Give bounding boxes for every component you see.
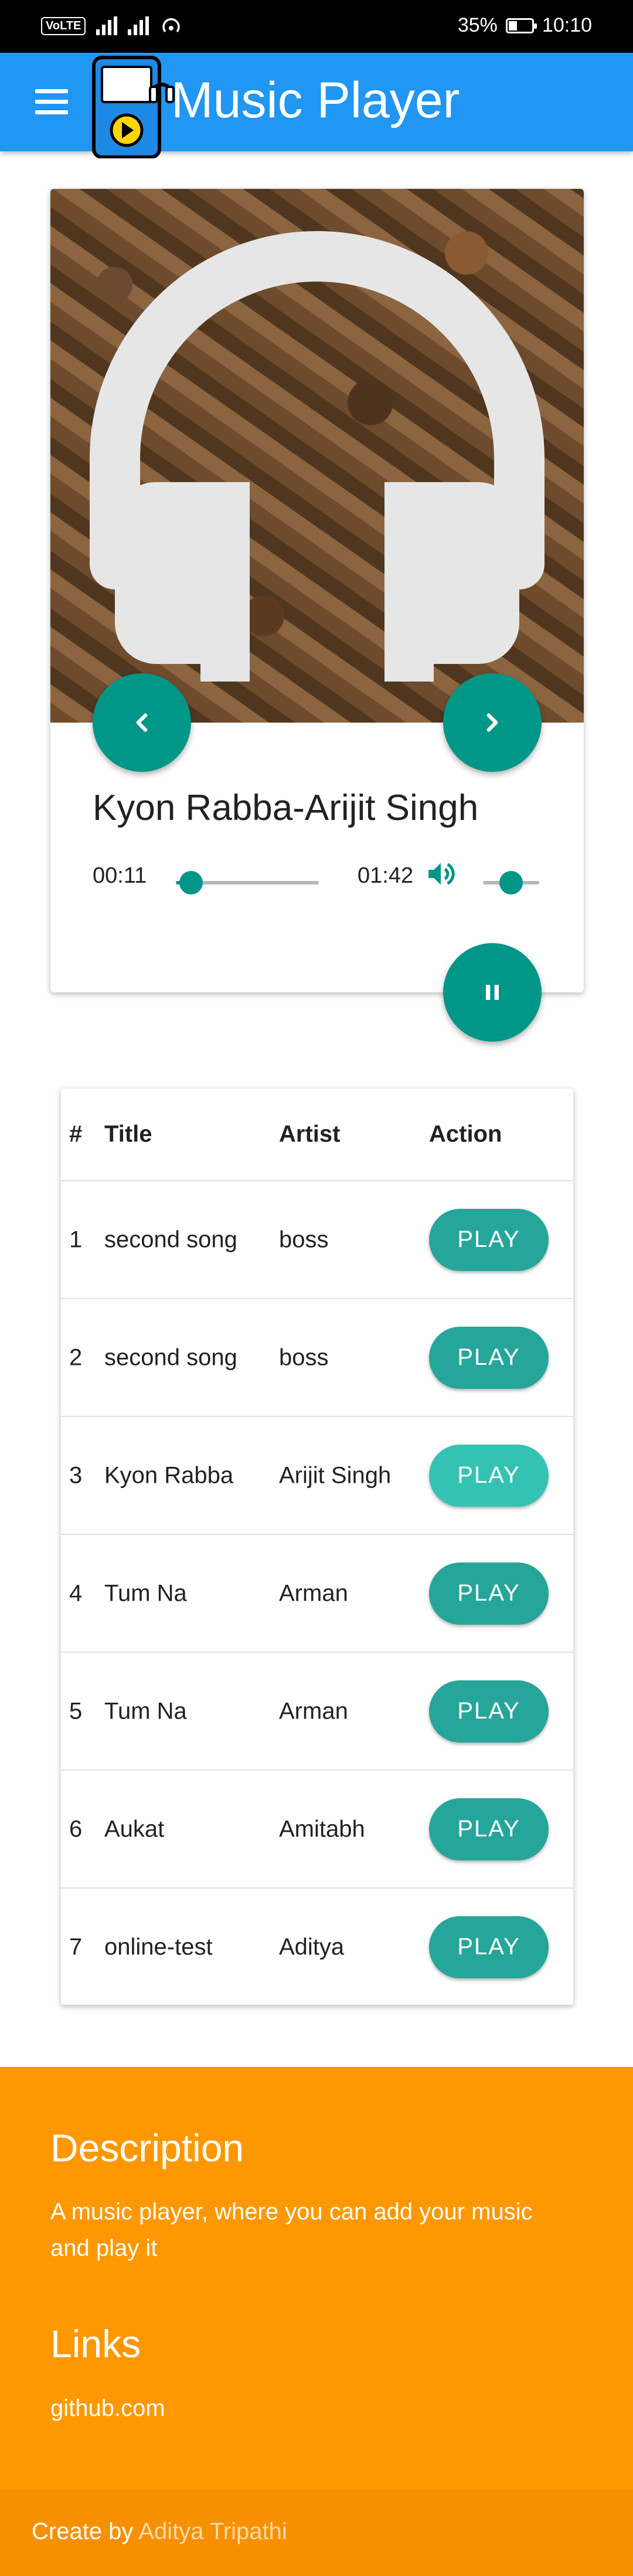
- row-title: second song: [104, 1226, 237, 1252]
- row-title: Tum Na: [104, 1580, 187, 1606]
- previous-button[interactable]: [93, 673, 191, 772]
- table-row: 2 second song boss PLAY: [61, 1298, 573, 1416]
- chevron-left-icon: [136, 713, 148, 732]
- chevron-right-icon: [486, 713, 498, 732]
- table-row: 7 online-test Aditya PLAY: [61, 1887, 573, 2005]
- github-link[interactable]: github.com: [50, 2395, 165, 2422]
- volume-up-icon[interactable]: [423, 857, 458, 890]
- row-artist: Aditya: [279, 1934, 345, 1960]
- music-player-logo-icon: [92, 56, 175, 158]
- play-button[interactable]: PLAY: [429, 1208, 549, 1271]
- play-button[interactable]: PLAY: [429, 1798, 549, 1860]
- progress-slider[interactable]: [176, 871, 319, 894]
- row-num: 6: [69, 1816, 83, 1842]
- clock: 10:10: [542, 14, 592, 36]
- total-time: 01:42: [358, 863, 414, 888]
- links-heading: Links: [50, 2322, 141, 2365]
- table-row: 5 Tum Na Arman PLAY: [61, 1652, 573, 1770]
- row-num: 1: [69, 1226, 83, 1252]
- footer: Description A music player, where you ca…: [0, 2067, 633, 2489]
- next-button[interactable]: [443, 673, 542, 772]
- row-artist: Arman: [279, 1580, 348, 1606]
- table-row: 3 Kyon Rabba Arijit Singh PLAY: [61, 1416, 573, 1534]
- hotspot-icon: [162, 18, 181, 33]
- copyright-text: Create by Aditya Tripathi: [32, 2519, 287, 2545]
- battery-icon: [505, 18, 537, 33]
- row-artist: Arijit Singh: [279, 1462, 392, 1488]
- row-num: 3: [69, 1462, 83, 1488]
- table-row: 1 second song boss PLAY: [61, 1180, 573, 1298]
- volte-badge: VoLTE: [41, 16, 86, 35]
- row-artist: Arman: [279, 1698, 348, 1724]
- row-artist: Amitabh: [279, 1816, 365, 1842]
- current-time: 00:11: [93, 863, 147, 888]
- app-bar: Music Player: [0, 53, 633, 158]
- signal-icon: [96, 16, 118, 35]
- table-row: 6 Aukat Amitabh PLAY: [61, 1770, 573, 1887]
- row-title: Aukat: [104, 1816, 165, 1842]
- playlist-table: # Title Artist Action 1 second song boss…: [61, 1089, 573, 2005]
- row-artist: boss: [279, 1226, 329, 1252]
- progress-thumb[interactable]: [179, 871, 203, 894]
- status-left-indicators: VoLTE: [41, 15, 183, 36]
- row-num: 7: [69, 1934, 83, 1960]
- play-button[interactable]: PLAY: [429, 1562, 549, 1625]
- description-heading: Description: [50, 2126, 244, 2170]
- table-header: # Title Artist Action: [61, 1089, 573, 1180]
- row-title: second song: [104, 1344, 237, 1370]
- play-button[interactable]: PLAY: [429, 1326, 549, 1389]
- copyright-prefix: Create by: [32, 2519, 139, 2544]
- pause-button[interactable]: [443, 943, 542, 1042]
- now-playing-title: Kyon Rabba-Arijit Singh: [93, 788, 479, 828]
- status-bar: VoLTE 35% 10:10: [0, 0, 633, 53]
- description-text: A music player, where you can add your m…: [50, 2199, 533, 2261]
- table-row: 4 Tum Na Arman PLAY: [61, 1534, 573, 1652]
- volume-thumb[interactable]: [499, 871, 523, 894]
- headphones-icon: [90, 231, 544, 682]
- header-num: #: [69, 1121, 83, 1147]
- author-link[interactable]: Aditya Tripathi: [138, 2519, 287, 2544]
- row-title: Tum Na: [104, 1698, 187, 1724]
- header-artist: Artist: [279, 1121, 341, 1147]
- signal-icon-2: [128, 16, 149, 35]
- row-artist: boss: [279, 1344, 329, 1370]
- row-num: 4: [69, 1580, 83, 1606]
- copyright-bar: Create by Aditya Tripathi: [0, 2489, 633, 2576]
- battery-percent: 35%: [457, 14, 498, 36]
- row-title: online-test: [104, 1934, 213, 1960]
- hamburger-menu-icon[interactable]: [35, 89, 68, 115]
- pause-icon: [486, 985, 499, 1000]
- header-action: Action: [429, 1121, 502, 1147]
- play-button[interactable]: PLAY: [429, 1680, 549, 1743]
- header-title: Title: [104, 1121, 152, 1147]
- album-art: [50, 189, 584, 723]
- play-button[interactable]: PLAY: [429, 1444, 549, 1507]
- app-title: Music Player: [171, 72, 460, 128]
- player-card: Kyon Rabba-Arijit Singh 00:11 01:42: [50, 189, 584, 1042]
- row-num: 5: [69, 1698, 83, 1724]
- volume-slider[interactable]: [483, 871, 539, 894]
- play-button[interactable]: PLAY: [429, 1916, 549, 1978]
- row-title: Kyon Rabba: [104, 1462, 234, 1488]
- status-right-indicators: 35% 10:10: [458, 14, 592, 37]
- row-num: 2: [69, 1344, 83, 1370]
